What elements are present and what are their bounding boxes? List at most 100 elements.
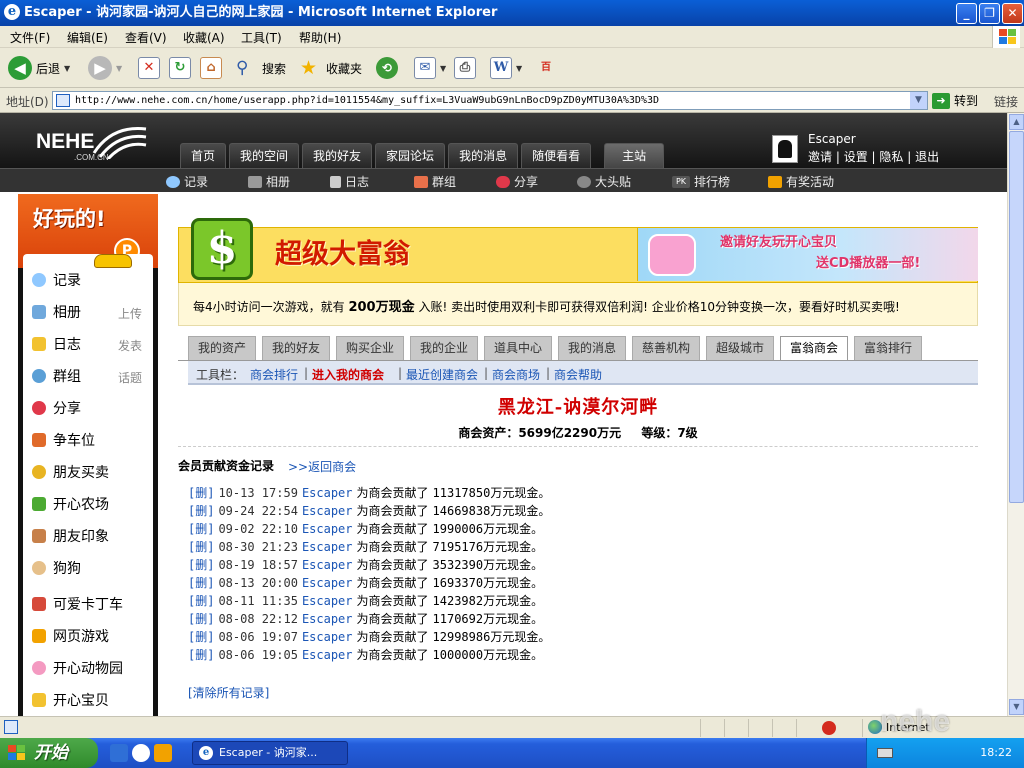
- subnav-groups[interactable]: 群组: [414, 173, 456, 190]
- subnav-records[interactable]: 记录: [166, 173, 208, 190]
- back-button[interactable]: ◀ 后退 ▼: [8, 54, 70, 82]
- sidebar-item-dog[interactable]: 狗狗: [23, 552, 153, 584]
- print-button[interactable]: ⎙: [454, 54, 476, 82]
- delete-link[interactable]: [删]: [188, 540, 214, 554]
- sidebar-item-web-games[interactable]: 网页游戏: [23, 620, 153, 652]
- upload-link[interactable]: 上传: [118, 305, 142, 322]
- links-button[interactable]: 链接: [994, 93, 1018, 110]
- delete-link[interactable]: [删]: [188, 558, 214, 572]
- guild-mall-link[interactable]: 商会商场: [492, 366, 540, 383]
- keyboard-icon[interactable]: [877, 748, 893, 758]
- sidebar-item-share[interactable]: 分享: [23, 392, 153, 424]
- menu-file[interactable]: 文件(F): [10, 29, 50, 46]
- user-name[interactable]: Escaper: [808, 132, 856, 146]
- privacy-link[interactable]: 隐私: [879, 150, 903, 164]
- delete-link[interactable]: [删]: [188, 594, 214, 608]
- delete-link[interactable]: [删]: [188, 648, 214, 662]
- sidebar-item-zoo[interactable]: 开心动物园: [23, 652, 153, 684]
- tab-my-assets[interactable]: 我的资产: [188, 336, 256, 360]
- ie-icon[interactable]: e: [4, 4, 20, 20]
- back-to-guild-link[interactable]: >>返回商会: [288, 458, 356, 475]
- delete-link[interactable]: [删]: [188, 576, 214, 590]
- minimize-button[interactable]: _: [956, 3, 977, 24]
- subnav-ranking[interactable]: PK 排行榜: [672, 173, 730, 190]
- maximize-button[interactable]: ❐: [979, 3, 1000, 24]
- tab-buy-company[interactable]: 购买企业: [336, 336, 404, 360]
- tab-super-city[interactable]: 超级城市: [706, 336, 774, 360]
- tab-my-company[interactable]: 我的企业: [410, 336, 478, 360]
- tab-my-friends[interactable]: 我的好友: [262, 336, 330, 360]
- menu-edit[interactable]: 编辑(E): [67, 29, 108, 46]
- baidu-button[interactable]: 百: [535, 54, 557, 82]
- nav-my-space[interactable]: 我的空间: [229, 143, 300, 168]
- sidebar-item-friend-trade[interactable]: 朋友买卖: [23, 456, 153, 488]
- popup-blocker-icon[interactable]: [822, 721, 836, 735]
- chevron-down-icon[interactable]: ▼: [910, 92, 927, 109]
- vertical-scrollbar[interactable]: ▲ ▼: [1007, 113, 1024, 716]
- refresh-button[interactable]: ↻: [169, 54, 191, 82]
- sidebar-item-records[interactable]: 记录: [23, 264, 153, 296]
- nav-forum[interactable]: 家园论坛: [375, 143, 446, 168]
- invite-link[interactable]: 邀请: [808, 150, 832, 164]
- clear-all-link[interactable]: [清除所有记录]: [188, 684, 269, 701]
- scroll-up-icon[interactable]: ▲: [1009, 114, 1024, 130]
- promo-banner[interactable]: 邀请好友玩开心宝贝 送CD播放器一部!: [637, 228, 978, 281]
- delete-link[interactable]: [删]: [188, 630, 214, 644]
- subnav-photo-sticker[interactable]: 大头贴: [577, 173, 631, 190]
- delete-link[interactable]: [删]: [188, 504, 214, 518]
- delete-link[interactable]: [删]: [188, 522, 214, 536]
- record-user-link[interactable]: Escaper: [302, 504, 353, 518]
- history-button[interactable]: ⟲: [376, 54, 398, 82]
- record-user-link[interactable]: Escaper: [302, 630, 353, 644]
- recent-guilds-link[interactable]: 最近创建商会: [406, 366, 478, 383]
- home-button[interactable]: ⌂: [200, 54, 222, 82]
- record-user-link[interactable]: Escaper: [302, 522, 353, 536]
- go-button[interactable]: ➜ 转到: [932, 92, 978, 109]
- sidebar-item-groups[interactable]: 群组 话题: [23, 360, 153, 392]
- ie-quicklaunch-icon[interactable]: [132, 744, 150, 762]
- delete-link[interactable]: [删]: [188, 612, 214, 626]
- menu-help[interactable]: 帮助(H): [299, 29, 341, 46]
- tab-charity[interactable]: 慈善机构: [632, 336, 700, 360]
- record-user-link[interactable]: Escaper: [302, 576, 353, 590]
- delete-link[interactable]: [删]: [188, 486, 214, 500]
- sidebar-item-impression[interactable]: 朋友印象: [23, 520, 153, 552]
- logout-link[interactable]: 退出: [915, 150, 939, 164]
- enter-my-guild-link[interactable]: 进入我的商会: [312, 366, 384, 383]
- nav-main-site[interactable]: 主站: [604, 143, 665, 168]
- sidebar-item-album[interactable]: 相册 上传: [23, 296, 153, 328]
- sidebar-item-parking[interactable]: 争车位: [23, 424, 153, 456]
- show-desktop-icon[interactable]: [110, 744, 128, 762]
- mail-button[interactable]: ✉ ▼: [414, 54, 446, 82]
- taskbar-ie-window[interactable]: e Escaper - 讷河家...: [192, 741, 348, 765]
- edit-button[interactable]: W ▼: [490, 54, 522, 82]
- post-link[interactable]: 发表: [118, 337, 142, 354]
- nav-home[interactable]: 首页: [180, 143, 227, 168]
- subnav-share[interactable]: 分享: [496, 173, 538, 190]
- close-button[interactable]: ✕: [1002, 3, 1023, 24]
- settings-link[interactable]: 设置: [844, 150, 868, 164]
- site-logo[interactable]: NEHE: [36, 131, 94, 153]
- subnav-blog[interactable]: 日志: [330, 173, 369, 190]
- scroll-thumb[interactable]: [1009, 131, 1024, 503]
- nav-browse[interactable]: 随便看看: [521, 143, 592, 168]
- topic-link[interactable]: 话题: [118, 369, 142, 386]
- media-icon[interactable]: [154, 744, 172, 762]
- record-user-link[interactable]: Escaper: [302, 612, 353, 626]
- record-user-link[interactable]: Escaper: [302, 648, 353, 662]
- forward-button[interactable]: ▶ ▼: [88, 54, 122, 82]
- scroll-down-icon[interactable]: ▼: [1009, 699, 1024, 715]
- start-button[interactable]: 开始: [0, 738, 98, 768]
- tab-item-center[interactable]: 道具中心: [484, 336, 552, 360]
- menu-tools[interactable]: 工具(T): [241, 29, 282, 46]
- sidebar-item-baby[interactable]: 开心宝贝: [23, 684, 153, 716]
- address-input[interactable]: http://www.nehe.com.cn/home/userapp.php?…: [52, 91, 928, 110]
- favorites-button[interactable]: ★ 收藏夹: [300, 54, 362, 82]
- nav-my-friends[interactable]: 我的好友: [302, 143, 373, 168]
- tab-ranking[interactable]: 富翁排行: [854, 336, 922, 360]
- avatar[interactable]: [772, 135, 798, 163]
- menu-favorites[interactable]: 收藏(A): [183, 29, 225, 46]
- address-url[interactable]: http://www.nehe.com.cn/home/userapp.php?…: [75, 94, 659, 108]
- nav-messages[interactable]: 我的消息: [448, 143, 519, 168]
- tab-guild[interactable]: 富翁商会: [780, 336, 848, 361]
